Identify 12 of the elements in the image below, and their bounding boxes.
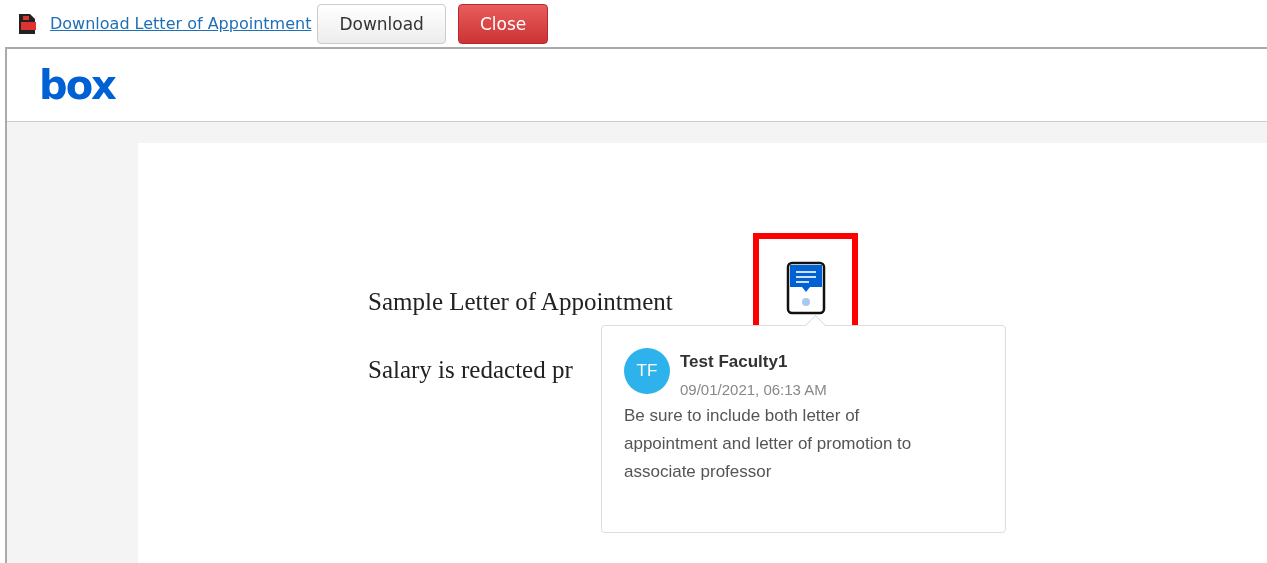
comment-author: Test Faculty1 xyxy=(680,352,789,372)
avatar-initials: TF xyxy=(624,348,670,394)
download-link[interactable]: Download Letter of Appointment xyxy=(50,14,312,33)
document-text: Sample Letter of Appointment xyxy=(368,288,673,316)
close-button[interactable]: Close xyxy=(457,3,549,44)
document-text: Salary is redacted pr xyxy=(368,356,573,384)
box-logo: box xyxy=(39,65,115,105)
download-button[interactable]: Download xyxy=(317,3,446,44)
pdf-file-icon xyxy=(16,12,38,35)
comment-text: Be sure to include both letter of appointment and letter of promotion to associate professor xyxy=(624,405,913,483)
comment-marker-icon[interactable] xyxy=(785,260,826,315)
comment-timestamp: 09/01/2021, 06:13 AM xyxy=(680,381,827,398)
